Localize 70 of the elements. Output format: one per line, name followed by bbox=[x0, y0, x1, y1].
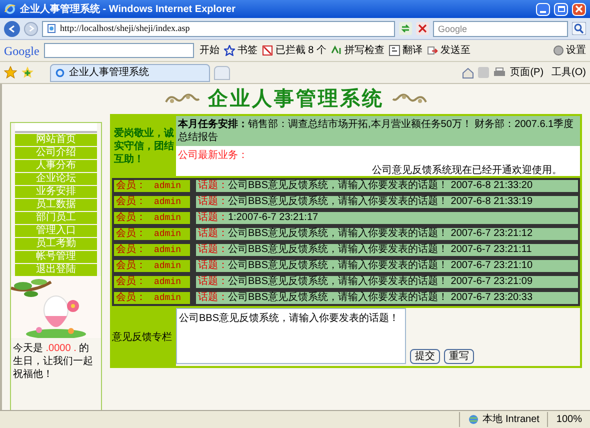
ornament-icon bbox=[164, 92, 200, 106]
address-field[interactable]: http://localhost/sheji/sheji/index.asp bbox=[42, 20, 395, 36]
minimize-button[interactable] bbox=[536, 2, 550, 16]
back-button[interactable] bbox=[4, 20, 20, 36]
topic-cell: 话题：公司BBS意见反馈系统，请输入你要发表的话题！ 2007-6-8 21:33:20 bbox=[192, 178, 580, 194]
zoom-level[interactable]: 100% bbox=[547, 412, 582, 427]
topic-cell: 话题：公司BBS意见反馈系统，请输入你要发表的话题！ 2007-6-7 23:21:10 bbox=[192, 258, 580, 274]
window-title: 企业人事管理系统 - Windows Internet Explorer bbox=[20, 2, 236, 16]
member-cell: 会员： admin bbox=[112, 194, 192, 210]
add-favorite-icon[interactable] bbox=[21, 66, 34, 79]
forward-button[interactable] bbox=[24, 22, 38, 36]
feedback-textarea[interactable]: 公司BBS意见反馈系统，请输入你要发表的话题！ bbox=[176, 308, 406, 364]
topic-cell: 话题：公司BBS意见反馈系统，请输入你要发表的话题！ 2007-6-7 23:21:09 bbox=[192, 274, 580, 290]
toolbar-button[interactable]: 拼写检查 bbox=[331, 43, 384, 58]
topic-cell: 话题：公司BBS意见反馈系统，请输入你要发表的话题！ 2007-6-7 23:21:12 bbox=[192, 226, 580, 242]
toolbar-search-field[interactable] bbox=[44, 43, 194, 58]
member-cell: 会员： admin bbox=[112, 210, 192, 226]
form-button[interactable]: 重写 bbox=[444, 349, 474, 364]
member-cell: 会员： admin bbox=[112, 226, 192, 242]
topic-cell: 话题：公司BBS意见反馈系统，请输入你要发表的话题！ 2007-6-8 21:33:19 bbox=[192, 194, 580, 210]
url-text: http://localhost/sheji/sheji/index.asp bbox=[60, 22, 190, 35]
member-cell: 会员： admin bbox=[112, 274, 192, 290]
news-text: 公司意见反馈系统现在已经开通欢迎使用。 bbox=[372, 164, 562, 178]
toolbar-button[interactable]: 书签 bbox=[224, 43, 258, 58]
motto-text: 爱岗敬业，诚实守信，团结互助！ bbox=[114, 126, 174, 166]
blocked-icon bbox=[262, 45, 274, 56]
news-label: 公司最新业务： bbox=[178, 148, 248, 163]
toolbar-button[interactable]: 设置 bbox=[553, 43, 586, 58]
toolbar-button[interactable]: 已拦截 8 个 bbox=[262, 43, 326, 58]
site-title: 企业人事管理系统 bbox=[208, 86, 384, 112]
restore-button[interactable] bbox=[554, 2, 568, 16]
toolbar-button[interactable]: 发送至 bbox=[427, 43, 470, 58]
feedback-label: 意见反馈专栏 bbox=[112, 330, 172, 344]
topic-cell: 话题：公司BBS意见反馈系统，请输入你要发表的话题！ 2007-6-7 23:20:33 bbox=[192, 290, 580, 306]
browser-tab[interactable]: 企业人事管理系统 bbox=[50, 64, 210, 82]
gear-icon bbox=[553, 45, 564, 56]
member-cell: 会员： admin bbox=[112, 290, 192, 306]
command-menu[interactable]: 工具(O) bbox=[552, 65, 586, 80]
browser-icon bbox=[55, 68, 65, 78]
send-icon bbox=[427, 45, 438, 56]
search-icon[interactable] bbox=[572, 22, 586, 35]
ornament-icon bbox=[392, 92, 428, 106]
close-button[interactable] bbox=[572, 2, 586, 16]
topic-cell: 话题：公司BBS意见反馈系统，请输入你要发表的话题！ 2007-6-7 23:21:11 bbox=[192, 242, 580, 258]
form-button[interactable]: 提交 bbox=[410, 349, 440, 364]
search-field[interactable]: Google bbox=[433, 20, 568, 36]
member-cell: 会员： admin bbox=[112, 178, 192, 194]
close-icon bbox=[575, 5, 583, 13]
google-logo: Google bbox=[4, 42, 40, 60]
command-menu[interactable]: 页面(P) bbox=[510, 65, 544, 80]
security-zone-text: 本地 Intranet bbox=[482, 412, 540, 427]
home-icon[interactable] bbox=[462, 66, 474, 78]
globe-icon bbox=[468, 414, 479, 425]
star-icon bbox=[224, 45, 236, 56]
toolbar-button[interactable]: 开始 bbox=[199, 43, 220, 58]
birthday-text: 今天是 .0000 . 的生日，让我们一起祝福他！ bbox=[12, 342, 94, 382]
stop-icon[interactable] bbox=[416, 22, 429, 35]
topic-cell: 话题：1:2007-6-7 23:21:17 bbox=[192, 210, 580, 226]
refresh-icon[interactable] bbox=[399, 22, 412, 35]
translate-icon bbox=[389, 45, 400, 56]
page-icon bbox=[47, 24, 56, 33]
printer-icon[interactable] bbox=[493, 66, 506, 78]
tab-title: 企业人事管理系统 bbox=[69, 66, 149, 80]
task-text: 本月任务安排：销售部：调查总结市场开拓,本月营业额任务50万！ 财务部：2007.6.1季度总结报告 bbox=[176, 116, 580, 146]
browser-icon bbox=[4, 3, 16, 15]
member-cell: 会员： admin bbox=[112, 258, 192, 274]
favorites-star-icon[interactable] bbox=[4, 66, 17, 79]
spellcheck-icon bbox=[331, 45, 342, 56]
member-cell: 会员： admin bbox=[112, 242, 192, 258]
toolbar-button[interactable]: 翻译 bbox=[389, 43, 422, 58]
